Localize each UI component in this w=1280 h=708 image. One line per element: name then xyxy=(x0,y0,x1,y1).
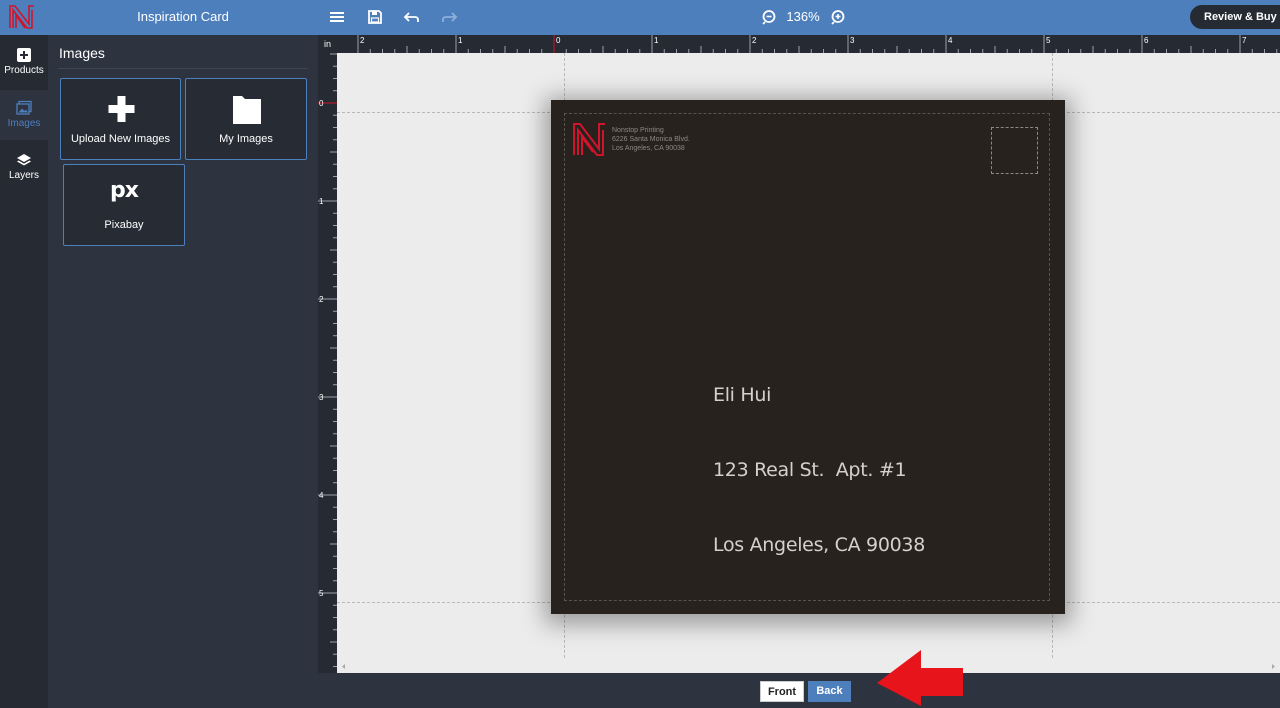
annotation-arrow-icon xyxy=(877,650,963,706)
ruler-label: 1 xyxy=(319,197,324,206)
ruler-label: 6 xyxy=(1144,36,1149,45)
address-line: 123 Real St. Apt. #1 xyxy=(713,459,907,481)
top-toolbar: Inspiration Card 136% Review & Buy xyxy=(0,0,1280,35)
my-images-tile[interactable]: My Images xyxy=(185,78,307,160)
nonstop-logo-icon[interactable] xyxy=(8,4,36,30)
card-back[interactable]: Nonstop Printing 6226 Santa Monica Blvd.… xyxy=(551,100,1065,614)
ruler-label: 1 xyxy=(654,36,659,45)
menu-icon[interactable] xyxy=(328,8,346,26)
ruler-label: 5 xyxy=(1046,36,1051,45)
ruler-label: 3 xyxy=(319,393,324,402)
address-line: Eli Hui xyxy=(713,384,772,406)
ruler-label: 4 xyxy=(948,36,953,45)
add-box-icon xyxy=(17,48,31,62)
rail-item-label: Layers xyxy=(8,170,39,181)
ruler-unit: in xyxy=(318,35,337,53)
return-address[interactable]: Nonstop Printing 6226 Santa Monica Blvd.… xyxy=(612,126,690,153)
ruler-label: 0 xyxy=(556,36,561,45)
tile-label: My Images xyxy=(219,133,273,145)
zoom-level: 136% xyxy=(786,9,820,24)
panel-title: Images xyxy=(59,45,105,61)
design-canvas[interactable]: Nonstop Printing 6226 Santa Monica Blvd.… xyxy=(337,53,1280,673)
pixabay-icon: px xyxy=(110,178,139,203)
pixabay-tile[interactable]: px Pixabay xyxy=(63,164,185,246)
horizontal-ruler: 2 1 0 1 2 3 4 5 6 7 xyxy=(337,35,1280,53)
upload-new-images-tile[interactable]: Upload New Images xyxy=(60,78,181,160)
zoom-out-icon[interactable] xyxy=(760,8,778,26)
undo-icon[interactable] xyxy=(403,8,421,26)
ruler-label: 3 xyxy=(850,36,855,45)
review-and-buy-button[interactable]: Review & Buy xyxy=(1190,5,1280,29)
vertical-ruler: 0 1 2 3 4 5 xyxy=(318,53,337,673)
return-address-line: Nonstop Printing xyxy=(612,127,664,134)
tile-label: Upload New Images xyxy=(70,133,171,145)
recipient-address[interactable]: Eli Hui 123 Real St. Apt. #1 Los Angeles… xyxy=(713,333,925,608)
ruler-label: 2 xyxy=(360,36,365,45)
front-side-button[interactable]: Front xyxy=(760,681,804,702)
address-line: Los Angeles, CA 90038 xyxy=(713,534,925,556)
company-logo-icon[interactable] xyxy=(572,122,607,157)
project-title: Inspiration Card xyxy=(137,9,229,24)
ruler-label: 1 xyxy=(458,36,463,45)
rail-item-label: Products xyxy=(4,65,44,76)
tile-label: Pixabay xyxy=(104,219,144,231)
zoom-in-icon[interactable] xyxy=(829,8,847,26)
redo-icon[interactable] xyxy=(440,8,458,26)
folder-icon xyxy=(233,96,261,124)
brand-area: Inspiration Card xyxy=(0,0,318,35)
stamp-placeholder[interactable] xyxy=(991,127,1038,174)
back-side-button[interactable]: Back xyxy=(808,681,851,702)
horizontal-scrollbar[interactable] xyxy=(337,660,1280,673)
plus-icon xyxy=(108,96,135,122)
save-icon[interactable] xyxy=(366,8,384,26)
ruler-label: 4 xyxy=(319,491,324,500)
images-panel: Images Upload New Images My Images px Pi… xyxy=(48,35,318,708)
rail-item-label: Images xyxy=(7,118,41,129)
ruler-label: 0 xyxy=(319,99,324,108)
ruler-label: 5 xyxy=(319,589,324,598)
images-icon xyxy=(16,100,32,115)
panel-divider xyxy=(58,68,308,69)
left-nav-rail: Products Images Layers xyxy=(0,35,48,708)
layers-icon xyxy=(17,154,31,166)
return-address-line: Los Angeles, CA 90038 xyxy=(612,145,685,152)
rail-item-images[interactable]: Images xyxy=(0,90,48,140)
rail-item-layers[interactable]: Layers xyxy=(0,142,48,192)
rail-item-products[interactable]: Products xyxy=(0,37,48,87)
ruler-label: 2 xyxy=(319,295,324,304)
side-switcher-bar: Front Back xyxy=(318,673,1280,708)
ruler-label: 2 xyxy=(752,36,757,45)
ruler-label: 7 xyxy=(1242,36,1247,45)
return-address-line: 6226 Santa Monica Blvd. xyxy=(612,136,690,143)
